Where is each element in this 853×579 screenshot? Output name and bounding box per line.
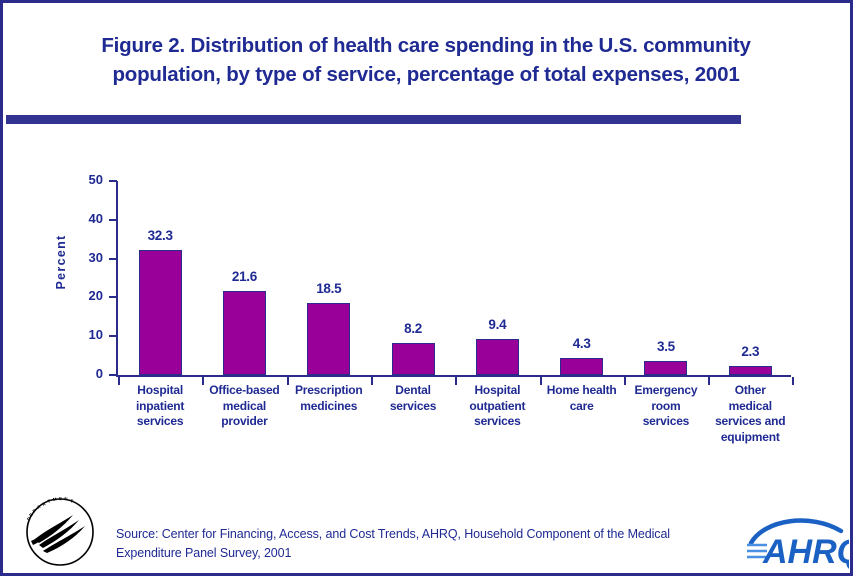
category-label-5: Home health care (546, 383, 617, 413)
source-note: Source: Center for Financing, Access, an… (116, 525, 736, 563)
bar-value-label-4: 9.4 (488, 316, 507, 332)
y-tick-label-20: 20 (88, 288, 103, 304)
bar-value-label-5: 4.3 (572, 336, 591, 352)
ahrq-logo-text: AHRQ (762, 533, 849, 571)
y-tick-label-0: 0 (95, 366, 103, 381)
bar-4 (475, 338, 519, 375)
bar-3 (391, 343, 435, 375)
bar-value-label-0: 32.3 (147, 227, 173, 243)
y-tick-20 (109, 296, 117, 299)
category-label-1: Office-based medical provider (209, 383, 280, 428)
bar-1 (222, 291, 266, 375)
bar-7 (728, 366, 772, 375)
y-tick-0 (109, 374, 117, 376)
svg-text:M: M (53, 497, 58, 502)
bar-value-label-3: 8.2 (404, 321, 422, 337)
category-label-6: Emergency room services (634, 383, 698, 428)
svg-text:E: E (59, 496, 62, 501)
source-line-1: Source: Center for Financing, Access, an… (116, 527, 670, 541)
category-label-2: Prescription medicines (294, 383, 363, 413)
y-tick-10 (109, 335, 117, 338)
y-tick-label-40: 40 (88, 210, 103, 226)
bar-value-label-2: 18.5 (316, 281, 342, 297)
y-tick-label-30: 30 (88, 249, 103, 265)
ahrq-logo: AHRQ (745, 509, 853, 571)
bar-value-label-6: 3.5 (657, 339, 675, 355)
x-axis-line (116, 375, 791, 377)
category-label-4: Hospital outpatient services (469, 383, 526, 428)
hhs-seal-logo: D E P A R T M E N T (17, 491, 103, 573)
category-label-0: Hospital inpatient services (136, 383, 185, 428)
bar-value-label-1: 21.6 (231, 269, 257, 285)
y-tick-label-50: 50 (88, 172, 103, 187)
y-tick-50 (109, 180, 117, 182)
bar-6 (644, 361, 688, 375)
source-line-2: Expenditure Panel Survey, 2001 (116, 546, 292, 560)
category-label-3: Dental services (389, 383, 437, 413)
figure-frame: Figure 2. Distribution of health care sp… (0, 0, 853, 576)
bar-0 (138, 249, 182, 375)
bar-value-label-7: 2.3 (741, 344, 760, 360)
svg-text:N: N (64, 496, 68, 501)
y-axis-line (116, 181, 118, 377)
bar-5 (560, 358, 604, 375)
bar-2 (307, 303, 351, 375)
y-tick-30 (109, 257, 117, 260)
y-tick-40 (109, 218, 117, 221)
category-label-7: Other medical services and equipment (715, 383, 786, 444)
y-tick-label-10: 10 (88, 327, 103, 343)
bar-chart: Percent 0 10 20 30 40 50 32.3 21.6 18.5 8.2 9.4 4.… (3, 3, 853, 579)
